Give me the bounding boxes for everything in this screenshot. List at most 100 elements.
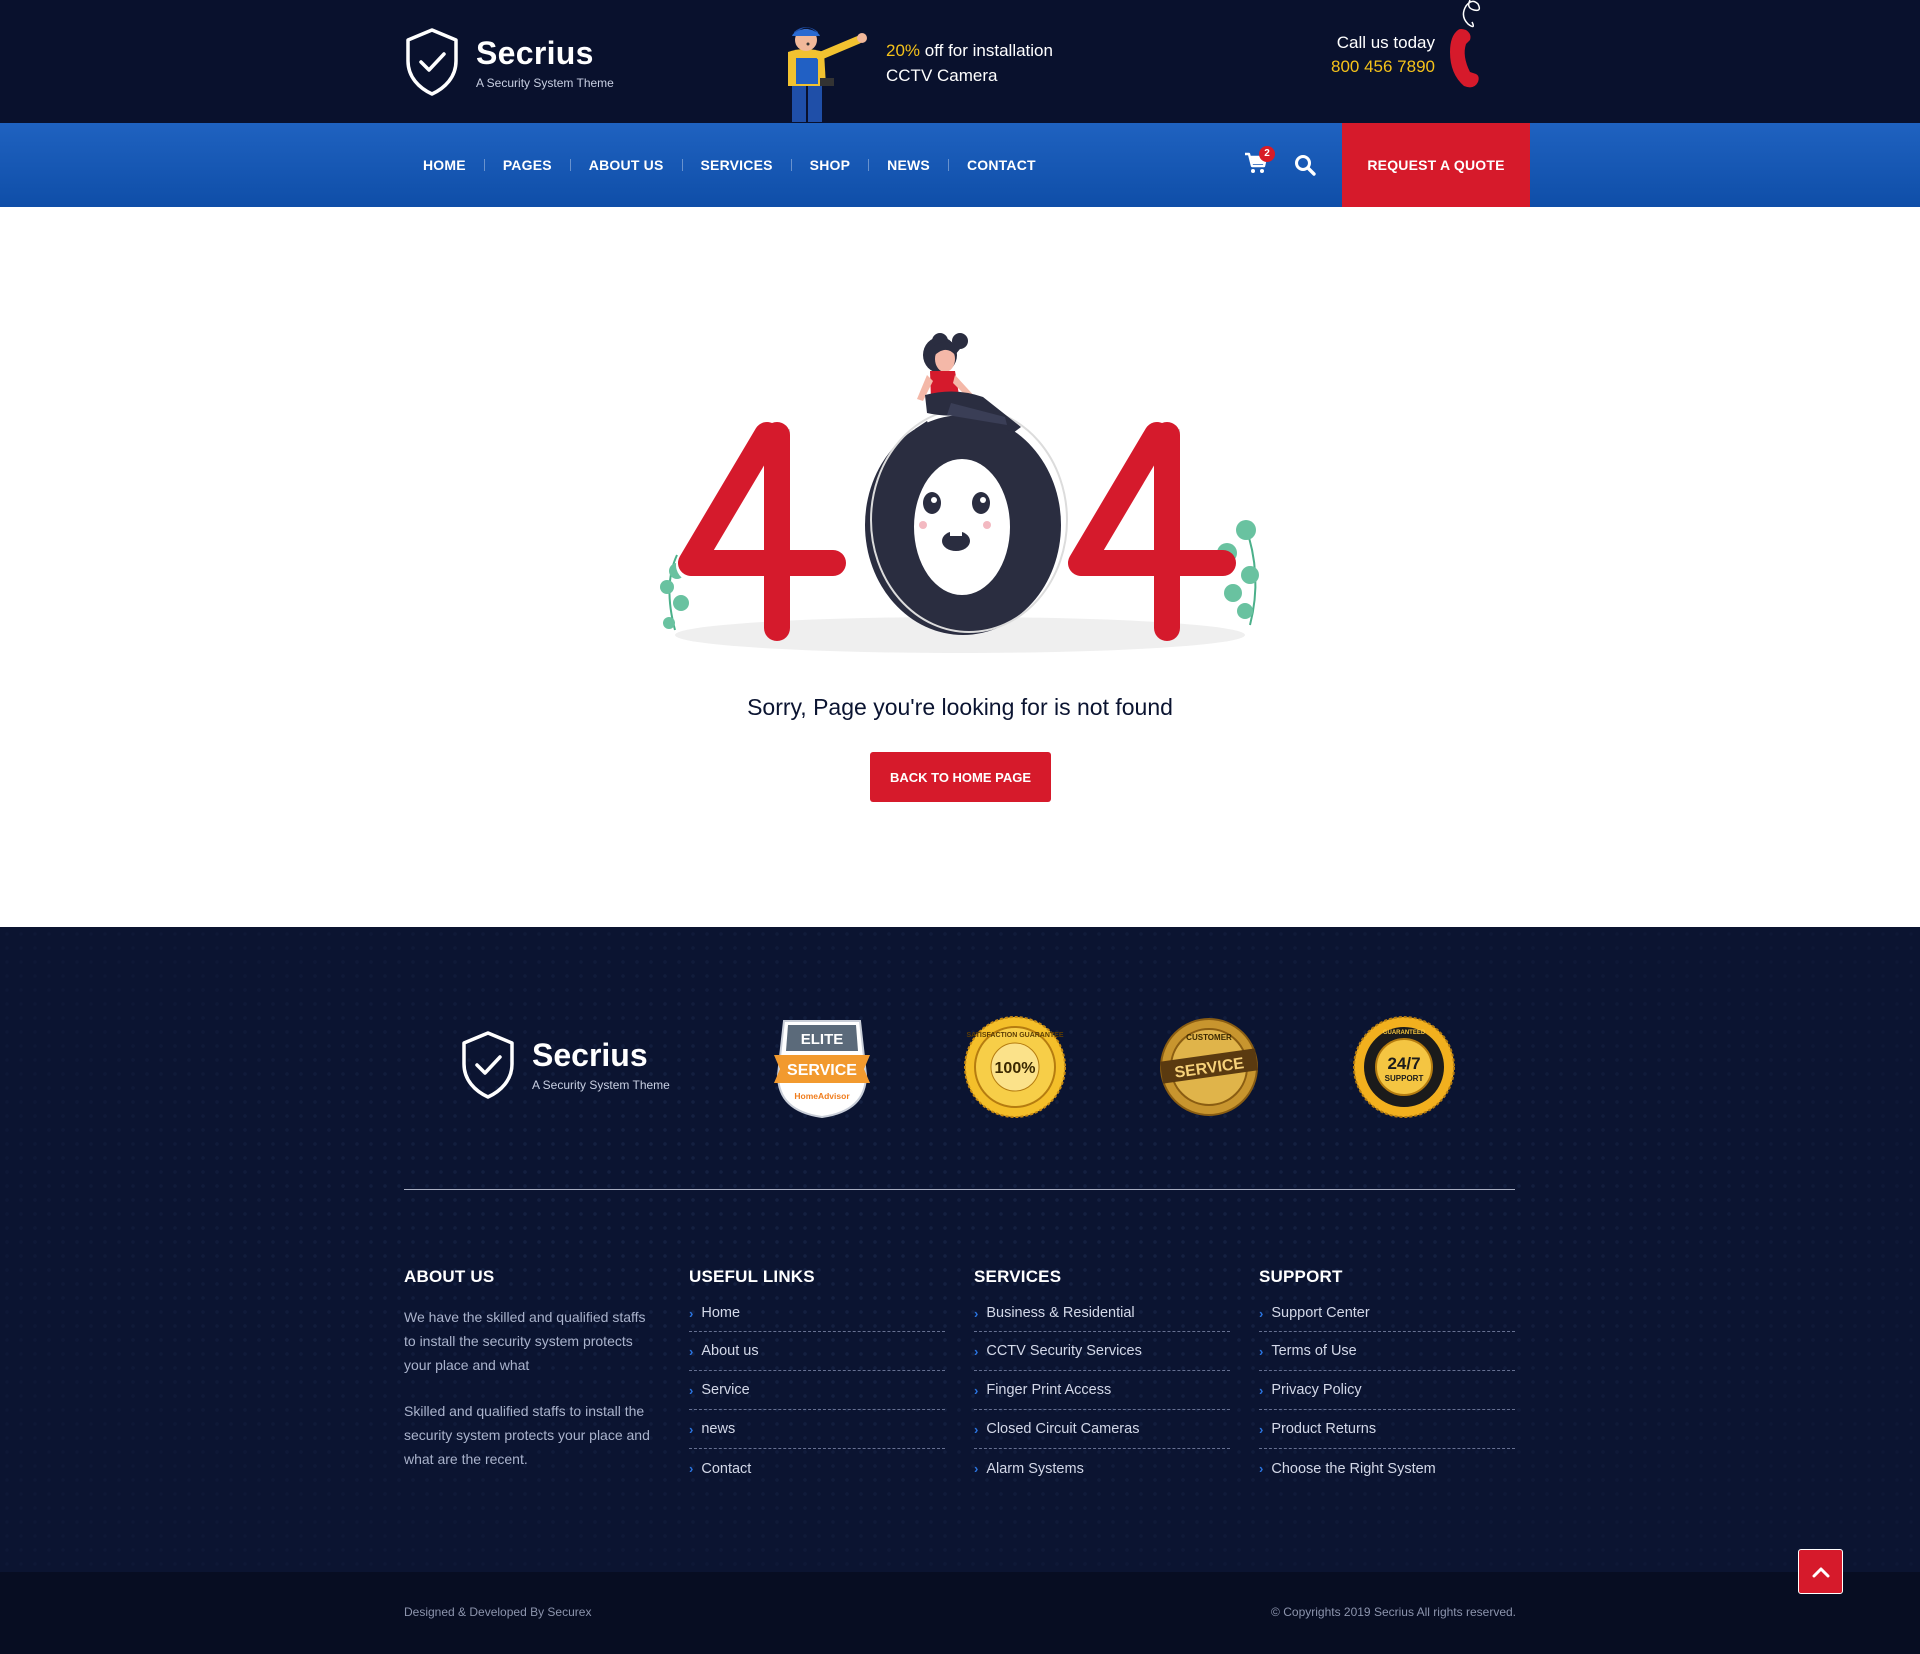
chevron-right-icon: ›: [689, 1305, 694, 1321]
footer-brand-tagline: A Security System Theme: [532, 1078, 670, 1092]
digit-4-left-icon: [676, 418, 852, 641]
sitting-girl-illustration-icon: [915, 333, 1021, 433]
chevron-up-icon: [1812, 1567, 1829, 1577]
footer-service-closed-circuit[interactable]: › Closed Circuit Cameras: [974, 1410, 1230, 1449]
call-info: Call us today 800 456 7890: [1330, 0, 1510, 123]
promo-line-1: 20% off for installation: [886, 38, 1053, 63]
footer-service-cctv[interactable]: › CCTV Security Services: [974, 1332, 1230, 1371]
footer-copyright: © Copyrights 2019 Secrius All rights res…: [1271, 1605, 1516, 1619]
footer-link-label: Business & Residential: [986, 1305, 1135, 1321]
chevron-right-icon: ›: [689, 1382, 694, 1398]
support-24-7-badge-icon: GUARANTEED 24/7 SUPPORT: [1353, 1016, 1455, 1118]
cart-count-badge: 2: [1259, 146, 1275, 162]
footer-service-business-residential[interactable]: › Business & Residential: [974, 1295, 1230, 1332]
footer-support-terms[interactable]: › Terms of Use: [1259, 1332, 1515, 1371]
footer-useful-links-list: › Home › About us › Service › news › Contact: [689, 1295, 945, 1488]
footer-link-label: Alarm Systems: [986, 1460, 1084, 1477]
nav-item-home[interactable]: HOME: [404, 157, 484, 173]
satisfaction-ring-text: SATISFACTION GUARANTEE: [966, 1032, 1063, 1039]
footer-link-label: news: [701, 1421, 736, 1437]
promo-line-2: CCTV Camera: [886, 66, 998, 85]
phone-icon: [1450, 0, 1481, 88]
footer-link-home[interactable]: › Home: [689, 1295, 945, 1332]
chevron-right-icon: ›: [1259, 1421, 1264, 1437]
nav-item-news[interactable]: NEWS: [869, 157, 948, 173]
footer-support-center[interactable]: › Support Center: [1259, 1295, 1515, 1332]
footer-support-right-system[interactable]: › Choose the Right System: [1259, 1449, 1515, 1488]
chevron-right-icon: ›: [974, 1343, 979, 1359]
footer-link-service[interactable]: › Service: [689, 1371, 945, 1410]
call-number[interactable]: 800 456 7890: [1331, 57, 1435, 77]
installation-promo: 20% off for installation CCTV Camera: [780, 22, 1080, 122]
cart-button[interactable]: 2: [1244, 146, 1275, 181]
footer-divider: [404, 1189, 1515, 1190]
footer-service-alarm[interactable]: › Alarm Systems: [974, 1449, 1230, 1488]
request-quote-button[interactable]: REQUEST A QUOTE: [1342, 123, 1530, 207]
digit-4-right-icon: [1068, 422, 1236, 641]
footer-link-label: Closed Circuit Cameras: [986, 1421, 1140, 1437]
chevron-right-icon: ›: [974, 1461, 979, 1476]
footer-support-title: SUPPORT: [1259, 1267, 1343, 1286]
elite-badge-main-text: SERVICE: [787, 1062, 857, 1079]
chevron-right-icon: ›: [1259, 1343, 1264, 1359]
404-illustration: [660, 333, 1259, 653]
search-icon[interactable]: [1293, 153, 1317, 177]
footer-credit: Designed & Developed By Securex: [404, 1605, 592, 1619]
footer-useful-links-title: USEFUL LINKS: [689, 1267, 815, 1286]
nav-menu: HOME PAGES ABOUT US SERVICES SHOP NEWS C…: [404, 123, 1054, 207]
footer-link-about-us[interactable]: › About us: [689, 1332, 945, 1371]
nav-item-contact[interactable]: CONTACT: [949, 157, 1054, 173]
background-fade: [0, 927, 1920, 1572]
back-to-top-button[interactable]: [1798, 1549, 1843, 1594]
footer-link-contact[interactable]: › Contact: [689, 1449, 945, 1488]
footer-link-label: Contact: [701, 1460, 752, 1477]
footer-link-label: Finger Print Access: [986, 1382, 1112, 1398]
nav-item-services[interactable]: SERVICES: [683, 157, 791, 173]
elite-service-badge-icon: ELITE SERVICE HomeAdvisor: [774, 1020, 870, 1119]
nav-item-about-us[interactable]: ABOUT US: [571, 157, 682, 173]
chevron-right-icon: ›: [1259, 1305, 1264, 1321]
footer-services-list: › Business & Residential › CCTV Security S…: [974, 1295, 1230, 1488]
footer: Secrius A Security System Theme ELITE SE…: [0, 927, 1920, 1572]
customer-ring-text: CUSTOMER: [1186, 1033, 1232, 1042]
support-sub-text: SUPPORT: [1385, 1074, 1424, 1083]
digit-0-icon: [865, 407, 1068, 635]
footer-support-list: › Support Center › Terms of Use › Privacy P…: [1259, 1295, 1515, 1488]
footer-about-paragraph-2: Skilled and qualified staffs to install …: [404, 1403, 650, 1467]
chevron-right-icon: ›: [689, 1421, 694, 1437]
error-message: Sorry, Page you're looking for is not fo…: [747, 694, 1173, 720]
footer-service-finger-print[interactable]: › Finger Print Access: [974, 1371, 1230, 1410]
footer-support-privacy[interactable]: › Privacy Policy: [1259, 1371, 1515, 1410]
promo-line-1-rest: off for installation: [920, 41, 1053, 60]
brand-tagline: A Security System Theme: [476, 75, 614, 90]
footer-about-title: ABOUT US: [404, 1267, 495, 1286]
footer-useful-links-section: USEFUL LINKS › Home › About us › Service › n…: [689, 1267, 945, 1488]
worker-illustration-icon: [788, 27, 867, 122]
footer-about-section: ABOUT US We have the skilled and qualifi…: [404, 1267, 660, 1493]
chevron-right-icon: ›: [974, 1305, 979, 1321]
footer-link-label: Product Returns: [1271, 1421, 1377, 1437]
nav-item-pages[interactable]: PAGES: [485, 157, 570, 173]
chevron-right-icon: ›: [689, 1343, 694, 1359]
promo-highlight: 20%: [886, 41, 921, 60]
footer-link-news[interactable]: › news: [689, 1410, 945, 1449]
brand-name: Secrius: [476, 34, 594, 71]
footer-support-returns[interactable]: › Product Returns: [1259, 1410, 1515, 1449]
support-main-text: 24/7: [1387, 1054, 1420, 1073]
chevron-right-icon: ›: [974, 1382, 979, 1398]
chevron-right-icon: ›: [1259, 1461, 1264, 1476]
back-to-home-button[interactable]: BACK TO HOME PAGE: [870, 752, 1051, 802]
footer-link-label: About us: [701, 1343, 759, 1359]
footer-link-label: Support Center: [1271, 1305, 1370, 1321]
footer-brand-logo[interactable]: Secrius A Security System Theme: [460, 1027, 670, 1102]
customer-service-badge-icon: CUSTOMER SERVICE: [1159, 1018, 1259, 1116]
footer-link-label: CCTV Security Services: [986, 1343, 1142, 1359]
footer-services-title: SERVICES: [974, 1267, 1062, 1286]
footer-about-paragraph-1: We have the skilled and qualified staffs…: [404, 1309, 646, 1373]
nav-item-shop[interactable]: SHOP: [792, 157, 868, 173]
chevron-right-icon: ›: [1259, 1382, 1264, 1398]
footer-link-label: Terms of Use: [1271, 1343, 1357, 1359]
support-ring-text: GUARANTEED: [1383, 1030, 1426, 1036]
brand-logo[interactable]: Secrius A Security System Theme: [404, 26, 614, 98]
chevron-right-icon: ›: [689, 1461, 694, 1476]
